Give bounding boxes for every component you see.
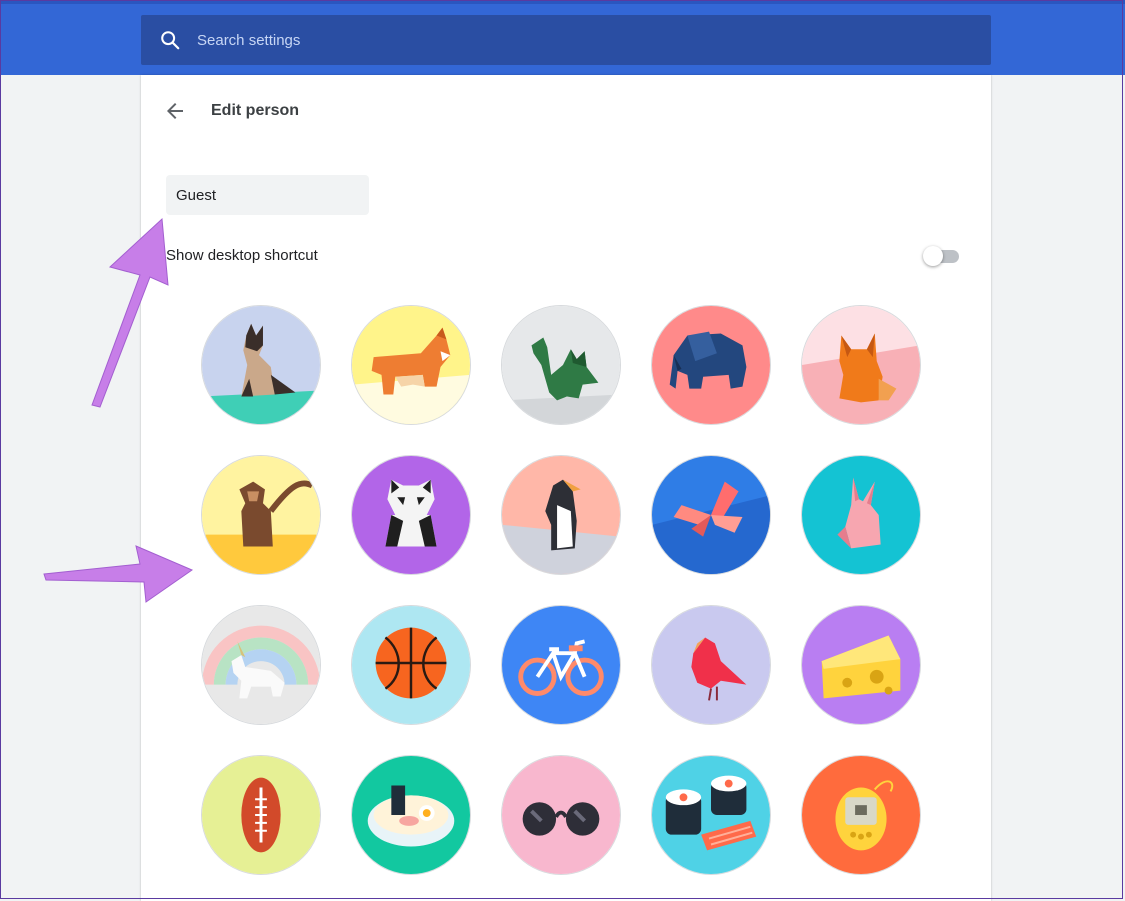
cheese-icon bbox=[802, 606, 920, 724]
fox-icon bbox=[802, 306, 920, 424]
penguin-icon bbox=[502, 456, 620, 574]
avatar-unicorn[interactable] bbox=[201, 605, 321, 725]
avatar-sunglasses[interactable] bbox=[501, 755, 621, 875]
toggle-knob bbox=[923, 246, 943, 266]
avatar-bike[interactable] bbox=[501, 605, 621, 725]
avatar-monkey[interactable] bbox=[201, 455, 321, 575]
avatar-basketball[interactable] bbox=[351, 605, 471, 725]
page-title: Edit person bbox=[211, 102, 300, 119]
avatar-rabbit[interactable] bbox=[801, 455, 921, 575]
avatar-bird[interactable] bbox=[651, 605, 771, 725]
search-box[interactable] bbox=[141, 15, 991, 65]
avatar-noodles[interactable] bbox=[351, 755, 471, 875]
football-icon bbox=[202, 756, 320, 874]
bird-icon bbox=[652, 606, 770, 724]
bike-icon bbox=[502, 606, 620, 724]
top-bar bbox=[0, 0, 1125, 75]
avatar-cheese[interactable] bbox=[801, 605, 921, 725]
desktop-shortcut-toggle[interactable] bbox=[923, 246, 961, 266]
avatar-panda[interactable] bbox=[351, 455, 471, 575]
avatar-elephant[interactable] bbox=[651, 305, 771, 425]
avatar-sushi[interactable] bbox=[651, 755, 771, 875]
basketball-icon bbox=[352, 606, 470, 724]
search-input[interactable] bbox=[197, 15, 957, 65]
top-bar-edge bbox=[0, 0, 1125, 4]
search-icon bbox=[161, 31, 180, 50]
elephant-icon bbox=[652, 306, 770, 424]
tamagotchi-icon bbox=[802, 756, 920, 874]
avatar-tamagotchi[interactable] bbox=[801, 755, 921, 875]
name-input[interactable] bbox=[176, 175, 361, 215]
avatar-corgi[interactable] bbox=[351, 305, 471, 425]
avatar-football[interactable] bbox=[201, 755, 321, 875]
sunglasses-icon bbox=[502, 756, 620, 874]
corgi-icon bbox=[352, 306, 470, 424]
rabbit-icon bbox=[802, 456, 920, 574]
avatar-penguin[interactable] bbox=[501, 455, 621, 575]
unicorn-icon bbox=[202, 606, 320, 724]
noodles-icon bbox=[352, 756, 470, 874]
name-field[interactable] bbox=[166, 175, 369, 215]
monkey-icon bbox=[202, 456, 320, 574]
avatar-butterfly[interactable] bbox=[651, 455, 771, 575]
annotation-arrow-up-icon bbox=[91, 217, 169, 408]
sushi-icon bbox=[652, 756, 770, 874]
butterfly-icon bbox=[652, 456, 770, 574]
annotation-arrow-right-icon bbox=[43, 545, 194, 603]
avatar-fox[interactable] bbox=[801, 305, 921, 425]
desktop-shortcut-label: Show desktop shortcut bbox=[166, 247, 318, 264]
arrow-back-icon[interactable] bbox=[163, 99, 187, 123]
cat-icon bbox=[202, 306, 320, 424]
avatar-cat[interactable] bbox=[201, 305, 321, 425]
dragon-icon bbox=[502, 306, 620, 424]
panda-icon bbox=[352, 456, 470, 574]
edit-person-card: Edit person Show desktop shortcut bbox=[141, 75, 991, 901]
avatar-dragon[interactable] bbox=[501, 305, 621, 425]
